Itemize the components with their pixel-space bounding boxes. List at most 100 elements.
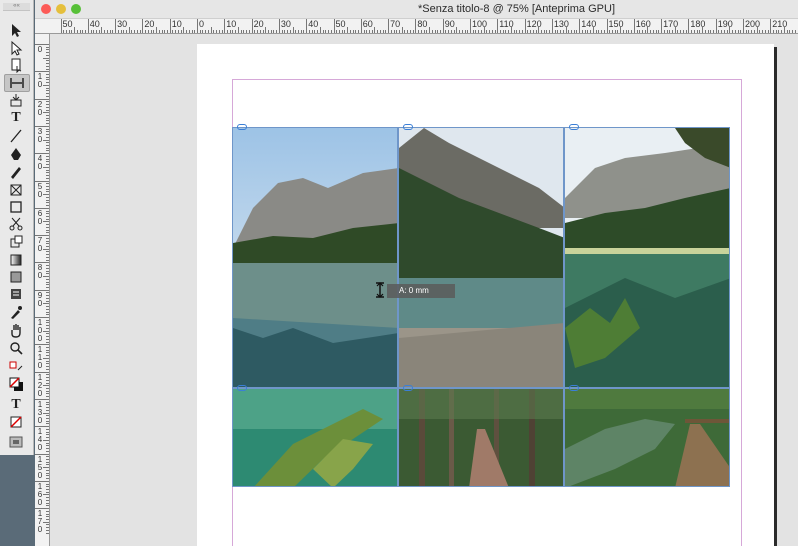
image-frame[interactable] [564,127,730,388]
ruler-tick [46,510,49,512]
ruler-tick [136,30,138,33]
formatting-container-button[interactable]: T [4,397,28,413]
ruler-tick [46,259,49,261]
ruler-origin-corner[interactable] [35,19,51,34]
link-badge-icon[interactable] [569,385,579,391]
ruler-tick [46,445,49,447]
direct-selection-tool-button[interactable] [4,40,28,56]
green-lake-tree-branch-image [565,128,729,387]
page-tool-button[interactable] [4,57,28,73]
selection-tool-button[interactable] [4,22,28,38]
ruler-tick [46,76,49,78]
zoom-tool-button[interactable] [4,340,28,356]
ruler-tick [43,467,49,469]
ruler-tick [46,415,49,417]
ruler-tick [745,30,747,33]
ruler-label: 50 [37,181,43,199]
ruler-tick [46,311,49,313]
ruler-tick [35,180,49,182]
mountain-lake-shore-image [399,128,563,387]
rectangle-frame-tool-button[interactable] [4,182,28,198]
pen-tool-button[interactable] [4,146,28,162]
ruler-tick [150,30,152,33]
ruler-tick [46,516,49,518]
ruler-tick [74,27,76,33]
ruler-tick [783,27,785,33]
ruler-tick [551,19,553,33]
ruler-tick [688,19,690,33]
ruler-tick [202,30,204,33]
ruler-tick [707,30,709,33]
image-frame[interactable] [398,388,564,487]
link-badge-icon[interactable] [237,124,247,130]
image-frame[interactable] [564,388,730,487]
ruler-tick [273,30,275,33]
ruler-tick [35,125,49,127]
ruler-tick [46,524,49,526]
ruler-tick [448,30,450,33]
ruler-tick [789,30,791,33]
rectangle-tool-button[interactable] [4,199,28,215]
hand-tool-button[interactable] [4,322,28,338]
ruler-tick [205,30,207,33]
gradient-feather-tool-button[interactable] [4,269,28,285]
content-collector-button[interactable] [4,92,28,108]
panel-grip[interactable]: «« [3,3,30,11]
link-badge-icon[interactable] [403,124,413,130]
gap-tool-button[interactable] [4,74,30,92]
ruler-tick [576,30,578,33]
pasteboard[interactable]: A: 0 mm [50,34,798,546]
ruler-tick [478,30,480,33]
ruler-tick [46,147,49,149]
image-frame[interactable] [232,388,398,487]
ruler-tick [46,341,49,343]
ruler-tick [415,19,417,33]
ruler-tick [472,30,474,33]
ruler-tick [246,30,248,33]
ruler-tick [46,377,49,379]
horizontal-ruler[interactable]: 50 40 30 20 10 0 10 20 30 40 50 60 70 80 90 100 110 120 13… [50,19,798,34]
link-badge-icon[interactable] [569,124,579,130]
image-frame[interactable] [398,127,564,388]
ruler-label: 80 [37,263,43,281]
ruler-tick [663,30,665,33]
lake-mountain-reflection-image [233,128,397,387]
apply-none-button[interactable] [4,414,28,430]
ruler-tick [497,19,499,33]
vertical-ruler[interactable]: 0102030405060708090100110120130140150160… [35,34,50,546]
ruler-tick [712,30,714,33]
ruler-tick [46,475,49,477]
image-frame[interactable] [232,127,398,388]
ruler-tick [46,308,49,310]
ruler-tick [172,30,174,33]
fill-stroke-button[interactable] [4,376,28,392]
ruler-tick [43,166,49,168]
document-page[interactable]: A: 0 mm [197,44,774,546]
type-tool-icon: T [11,110,21,125]
eyedropper-tool-button[interactable] [4,304,28,320]
ruler-tick [35,289,49,291]
ruler-tick [46,93,49,95]
hand-tool-icon [11,324,21,338]
pencil-tool-button[interactable] [4,164,28,180]
screen-mode-button[interactable] [4,434,28,450]
type-tool-button[interactable]: T [4,110,28,126]
ruler-tick [46,196,49,198]
ruler-tick [519,30,521,33]
scissors-tool-button[interactable] [4,216,28,232]
note-tool-button[interactable] [4,286,28,302]
ruler-tick [46,300,49,302]
free-transform-tool-button[interactable] [4,234,28,250]
line-tool-button[interactable] [4,128,28,144]
link-badge-icon[interactable] [237,385,247,391]
ruler-tick [134,30,136,33]
gradient-swatch-tool-button[interactable] [4,252,28,268]
ruler-tick [680,30,682,33]
link-badge-icon[interactable] [403,385,413,391]
ruler-tick [46,437,49,439]
ruler-tick [513,30,515,33]
ruler-label: 190 [717,19,733,29]
ruler-tick [46,175,49,177]
window-titlebar: *Senza titolo-8 @ 75% [Anteprima GPU] [35,0,798,19]
swap-colors-button[interactable] [4,360,28,376]
